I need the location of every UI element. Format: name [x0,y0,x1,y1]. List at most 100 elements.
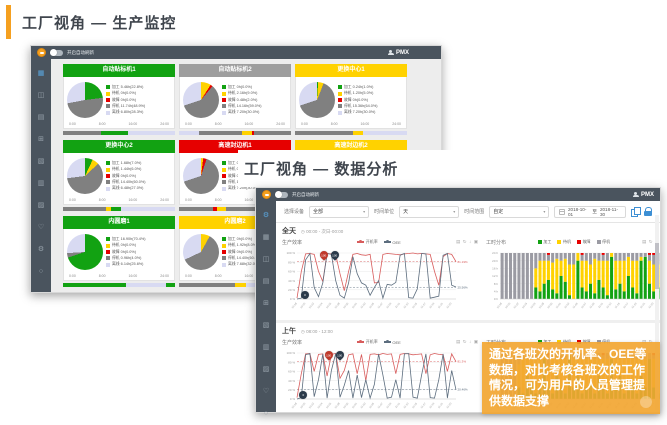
time-tick: 0:00 [69,122,76,126]
svg-text:100 %: 100 % [286,351,295,355]
favorite-icon[interactable]: ♡ [38,217,44,239]
state-legend: 加工 5.46h(22.8%)待机 0h(0.0%)故障 0h(0.0%)停机 … [106,85,171,116]
legend-chip [222,161,226,165]
svg-text:12 h: 12 h [492,274,498,278]
line-chart: 生产效率开机率OEE▤↻↓▣100 %80 %60 %40 %20 %0 %10… [282,237,478,318]
auto-refresh-label: 开启自动刷新 [67,50,94,56]
svg-text:10-30: 10-30 [342,401,350,409]
legend-chip [106,85,110,89]
legend-marker [597,240,601,244]
refresh-icon[interactable]: ↻ [463,339,467,345]
timeline-segment [295,131,353,135]
monitor-icon[interactable]: ◫ [263,249,270,271]
legend-item: 故障 0h(0.0%) [338,98,403,103]
timeline-segment [63,207,106,211]
svg-text:81.3%: 81.3% [458,360,467,364]
favorite-icon[interactable]: ♡ [263,381,269,403]
device-icon[interactable]: ▧ [38,151,45,173]
user-menu[interactable]: PMX [388,50,409,56]
svg-text:20 h: 20 h [492,259,498,263]
scrollbar-thumb[interactable] [655,243,659,289]
svg-text:11-05: 11-05 [368,401,376,409]
plan-icon[interactable]: ▥ [263,337,270,359]
svg-text:40 %: 40 % [288,379,295,383]
timeline-segment [363,131,407,135]
window2-titlebar: 开启自动刷新 PMX [256,188,660,201]
download-icon[interactable]: ↓ [469,339,471,345]
svg-text:11-13: 11-13 [605,301,613,309]
auto-refresh-toggle[interactable] [50,50,63,56]
refresh-icon[interactable]: ↻ [463,239,467,245]
user-menu[interactable]: PMX [633,192,654,198]
legend-chip [222,250,226,254]
dashboard-icon[interactable]: ▦ [38,63,45,85]
filter-label: 时间单位 [374,208,394,215]
analysis-icon[interactable]: ⊞ [38,129,44,151]
auto-refresh-toggle[interactable] [275,192,288,198]
lock-icon[interactable] [644,207,652,216]
analysis-icon[interactable]: ⊞ [263,293,269,315]
fullscreen-icon[interactable]: ▣ [474,239,478,245]
legend-item: 故障 0h(0.0%) [106,174,171,179]
dashboard-icon[interactable]: ▦ [263,227,270,249]
time-tick: 24:00 [160,122,169,126]
svg-text:11-15: 11-15 [411,301,419,309]
select-value: 天 [403,208,408,215]
svg-text:11-17: 11-17 [622,301,630,309]
svg-text:16 h: 16 h [492,267,498,271]
device-icon[interactable]: ▧ [263,315,270,337]
chevron-down-icon: ▾ [363,209,365,214]
legend-text: 待机 2.16h(9.0%) [228,91,257,96]
svg-text:11-09: 11-09 [588,301,596,309]
user-icon [388,50,394,56]
refresh-icon[interactable]: ↻ [649,239,653,245]
filter-select-2[interactable]: 自定▾ [489,206,549,218]
date-range-input[interactable]: 2018-10-01至2018-11-30 [554,206,626,218]
about-icon[interactable]: ○ [39,261,43,283]
timeline-segment [63,131,101,135]
time-tick: 16:00 [245,198,254,202]
files-icon[interactable]: ▨ [263,359,270,381]
about-icon[interactable]: ○ [264,403,268,425]
chart-legend: 开机率OEE [306,339,452,345]
chart-legend: 加工待机故障停机 [510,239,638,245]
fullscreen-icon[interactable]: ▣ [474,339,478,345]
download-icon[interactable]: ↓ [469,239,471,245]
svg-text:25.56%: 25.56% [458,285,469,289]
files-icon[interactable]: ▨ [38,195,45,217]
chevron-down-icon: ▾ [543,209,545,214]
plan-icon[interactable]: ▥ [38,173,45,195]
time-axis: 0:008:0016:0024:00 [299,120,403,128]
legend-item: 待机 0h(0.0%) [106,91,171,96]
window1-sidebar: ▦◫▤⊞▧▥▨♡⚙○ [31,59,51,292]
legend-item: 故障 0.48h(2.0%) [222,98,287,103]
table-view-icon[interactable]: ▤ [456,239,460,245]
date-start: 2018-10-01 [568,207,589,217]
table-view-icon[interactable]: ▤ [642,239,646,245]
filter-select-1[interactable]: 天▾ [399,206,459,218]
svg-text:10-18: 10-18 [290,401,298,409]
annotation-text: 通过各班次的开机率、OEE等数据，对比考核各班次的工作情况，可为用户的人员管理提… [489,347,646,408]
legend-text: 停机 15.36h(64.0%) [344,104,378,109]
state-pie-chart [183,158,219,194]
gear-icon[interactable]: ⚙ [263,205,269,227]
report-icon[interactable]: ▤ [38,107,45,129]
legend-text: 离线 7.20h(30.0%) [228,110,259,115]
title-accent-bar [6,5,11,39]
time-axis: 0:008:0016:0024:00 [67,120,171,128]
svg-text:10-28: 10-28 [538,301,546,309]
state-legend: 加工 0h(0.0%)待机 2.16h(9.0%)故障 0.48h(2.0%)停… [222,85,287,116]
settings-icon[interactable]: ⚙ [38,239,44,261]
filter-select-0[interactable]: 全部▾ [309,206,369,218]
chart-plot: 24 h20 h16 h12 h8 h4 h0 h10-1810-2010-22… [486,247,660,318]
monitor-icon[interactable]: ◫ [38,85,45,107]
legend-label: OEE [392,340,400,345]
legend-item: 加工 1.68h(7.0%) [106,161,171,166]
date-separator: 至 [592,209,597,215]
calendar-icon [559,209,565,215]
table-view-icon[interactable]: ▤ [456,339,460,345]
time-tick: 8:00 [99,122,106,126]
state-timeline [295,131,407,135]
export-icon[interactable] [631,207,639,216]
report-icon[interactable]: ▤ [263,271,270,293]
